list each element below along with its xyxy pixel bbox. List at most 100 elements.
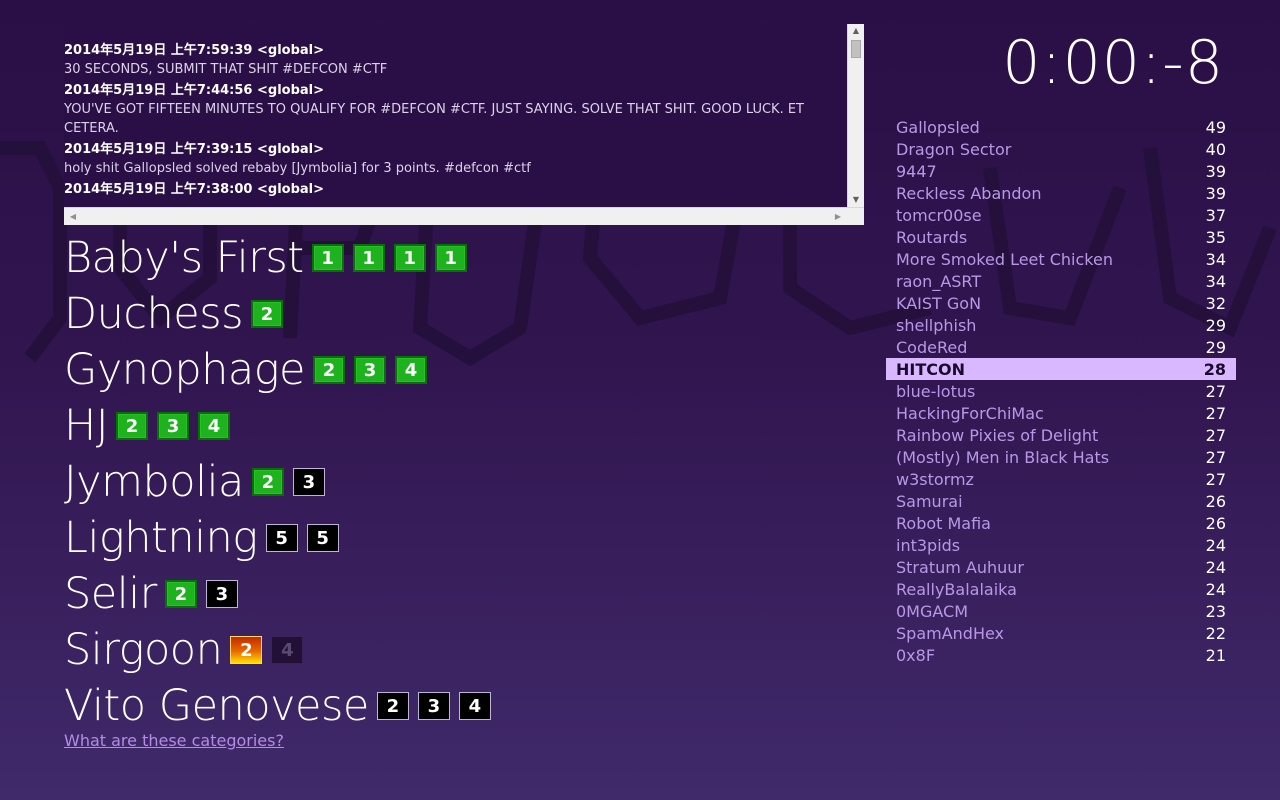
scoreboard-row: tomcr00se 37 <box>886 204 1236 226</box>
team-name: raon_ASRT <box>896 271 982 291</box>
category-name: HJ <box>64 401 109 451</box>
challenge-badge-open[interactable]: 4 <box>458 692 491 720</box>
challenge-badge-solved[interactable]: 2 <box>251 468 284 496</box>
challenge-badge-open[interactable]: 2 <box>376 692 409 720</box>
team-name: w3stormz <box>896 469 974 489</box>
scoreboard-row: More Smoked Leet Chicken 34 <box>886 248 1236 270</box>
log-entry-header: 2014年5月19日 上午7:59:39 <global> <box>64 42 847 60</box>
log-channel: <global> <box>257 182 325 197</box>
scroll-right-arrow-icon[interactable]: ▶ <box>831 209 845 225</box>
scoreboard-row: blue-lotus 27 <box>886 380 1236 402</box>
challenge-badge-solved[interactable]: 4 <box>198 412 231 440</box>
challenge-badge-solved[interactable]: 2 <box>313 356 345 384</box>
challenge-badge-open[interactable]: 5 <box>306 524 339 552</box>
category-name: Sirgoon <box>64 625 223 675</box>
category-name: Vito Genovese <box>64 681 369 731</box>
challenge-badge-solved[interactable]: 1 <box>393 244 426 272</box>
category-row: Selir 2 3 <box>64 566 500 622</box>
horizontal-scrollbar[interactable]: ◀ ▶ <box>64 207 864 225</box>
scoreboard-row: Reckless Abandon 39 <box>886 182 1236 204</box>
scoreboard-row: Gallopsled 49 <box>886 116 1236 138</box>
scroll-left-arrow-icon[interactable]: ◀ <box>66 209 80 225</box>
team-name: Stratum Auhuur <box>896 557 1024 577</box>
scoreboard-row: 0MGACM 23 <box>886 600 1236 622</box>
challenge-badge-hot[interactable]: 2 <box>230 636 263 664</box>
category-row: HJ 2 3 4 <box>64 398 500 454</box>
team-score: 49 <box>1205 117 1226 137</box>
log-entry-header: 2014年5月19日 上午7:39:15 <global> <box>64 141 847 159</box>
team-score: 35 <box>1205 227 1226 247</box>
challenge-badge-solved[interactable]: 2 <box>251 300 284 328</box>
category-row: Duchess 2 <box>64 286 500 342</box>
team-score: 39 <box>1205 161 1226 181</box>
team-name: CodeRed <box>896 337 968 357</box>
challenge-badge-solved[interactable]: 1 <box>352 244 385 272</box>
scoreboard-row: Dragon Sector 40 <box>886 138 1236 160</box>
scoreboard-row: CodeRed 29 <box>886 336 1236 358</box>
scoreboard-row: (Mostly) Men in Black Hats 27 <box>886 446 1236 468</box>
category-row: Gynophage 2 3 4 <box>64 342 500 398</box>
team-name: More Smoked Leet Chicken <box>896 249 1113 269</box>
team-score: 27 <box>1205 447 1226 467</box>
challenge-badge-solved[interactable]: 3 <box>157 412 190 440</box>
scoreboard-row: 0x8F 21 <box>886 644 1236 666</box>
challenge-badge-solved[interactable]: 1 <box>434 244 467 272</box>
scoreboard-row: int3pids 24 <box>886 534 1236 556</box>
challenge-badge-solved[interactable]: 3 <box>354 356 386 384</box>
vertical-scroll-thumb[interactable] <box>851 40 861 58</box>
scoreboard-row: shellphish 29 <box>886 314 1236 336</box>
log-timestamp: 2014年5月19日 上午7:39:15 <box>64 142 253 157</box>
team-score: 39 <box>1205 183 1226 203</box>
scoreboard-row: SpamAndHex 22 <box>886 622 1236 644</box>
team-name: blue-lotus <box>896 381 976 401</box>
scoreboard-row: KAIST GoN 32 <box>886 292 1236 314</box>
scroll-down-arrow-icon[interactable]: ▼ <box>848 193 864 207</box>
category-row: Jymbolia 2 3 <box>64 454 500 510</box>
team-score: 22 <box>1205 623 1226 643</box>
log-timestamp: 2014年5月19日 上午7:38:00 <box>64 182 253 197</box>
scoreboard-row: Rainbow Pixies of Delight 27 <box>886 424 1236 446</box>
team-name: shellphish <box>896 315 977 335</box>
team-name: 0MGACM <box>896 601 969 621</box>
team-score: 27 <box>1205 403 1226 423</box>
scoreboard-row: 9447 39 <box>886 160 1236 182</box>
team-name: Dragon Sector <box>896 139 1012 159</box>
scoreboard-row: ReallyBalalaika 24 <box>886 578 1236 600</box>
log-message: YOU'VE GOT FIFTEEN MINUTES TO QUALIFY FO… <box>64 102 804 136</box>
log-entry: 2014年5月19日 上午7:38:00 <global> <box>64 181 847 199</box>
challenge-badge-open[interactable]: 5 <box>265 524 298 552</box>
team-name: HITCON <box>896 359 965 379</box>
team-name: Reckless Abandon <box>896 183 1042 203</box>
challenge-badge-open[interactable]: 3 <box>205 580 238 608</box>
global-log-panel[interactable]: 2014年5月19日 上午7:59:39 <global> 30 SECONDS,… <box>64 24 864 225</box>
log-scroll-area[interactable]: 2014年5月19日 上午7:59:39 <global> 30 SECONDS,… <box>64 24 847 207</box>
team-name: Routards <box>896 227 968 247</box>
team-score: 24 <box>1205 535 1226 555</box>
categories-help-link[interactable]: What are these categories? <box>64 731 284 750</box>
team-name: Gallopsled <box>896 117 980 137</box>
challenge-badge-solved[interactable]: 2 <box>116 412 149 440</box>
category-name: Duchess <box>64 289 244 339</box>
scroll-up-arrow-icon[interactable]: ▲ <box>848 24 864 38</box>
team-score: 40 <box>1205 139 1226 159</box>
team-score: 26 <box>1205 513 1226 533</box>
challenge-badge-solved[interactable]: 1 <box>311 244 344 272</box>
vertical-scrollbar[interactable]: ▲ ▼ <box>847 24 864 207</box>
challenge-badge-open[interactable]: 3 <box>292 468 325 496</box>
challenge-badge-dim[interactable]: 4 <box>271 636 304 664</box>
challenge-badge-open[interactable]: 3 <box>417 692 450 720</box>
team-name: KAIST GoN <box>896 293 982 313</box>
log-channel: <global> <box>257 83 325 98</box>
team-name: 0x8F <box>896 645 936 665</box>
team-score: 23 <box>1205 601 1226 621</box>
team-score: 27 <box>1205 425 1226 445</box>
challenge-badge-solved[interactable]: 4 <box>395 356 427 384</box>
team-name: 9447 <box>896 161 937 181</box>
team-score: 32 <box>1205 293 1226 313</box>
category-row: Baby's First 1 1 1 1 <box>64 230 500 286</box>
scoreboard-row-current-team: HITCON 28 <box>886 358 1236 380</box>
team-name: (Mostly) Men in Black Hats <box>896 447 1110 467</box>
log-channel: <global> <box>257 142 325 157</box>
scoreboard-row: Samurai 26 <box>886 490 1236 512</box>
challenge-badge-solved[interactable]: 2 <box>164 580 197 608</box>
